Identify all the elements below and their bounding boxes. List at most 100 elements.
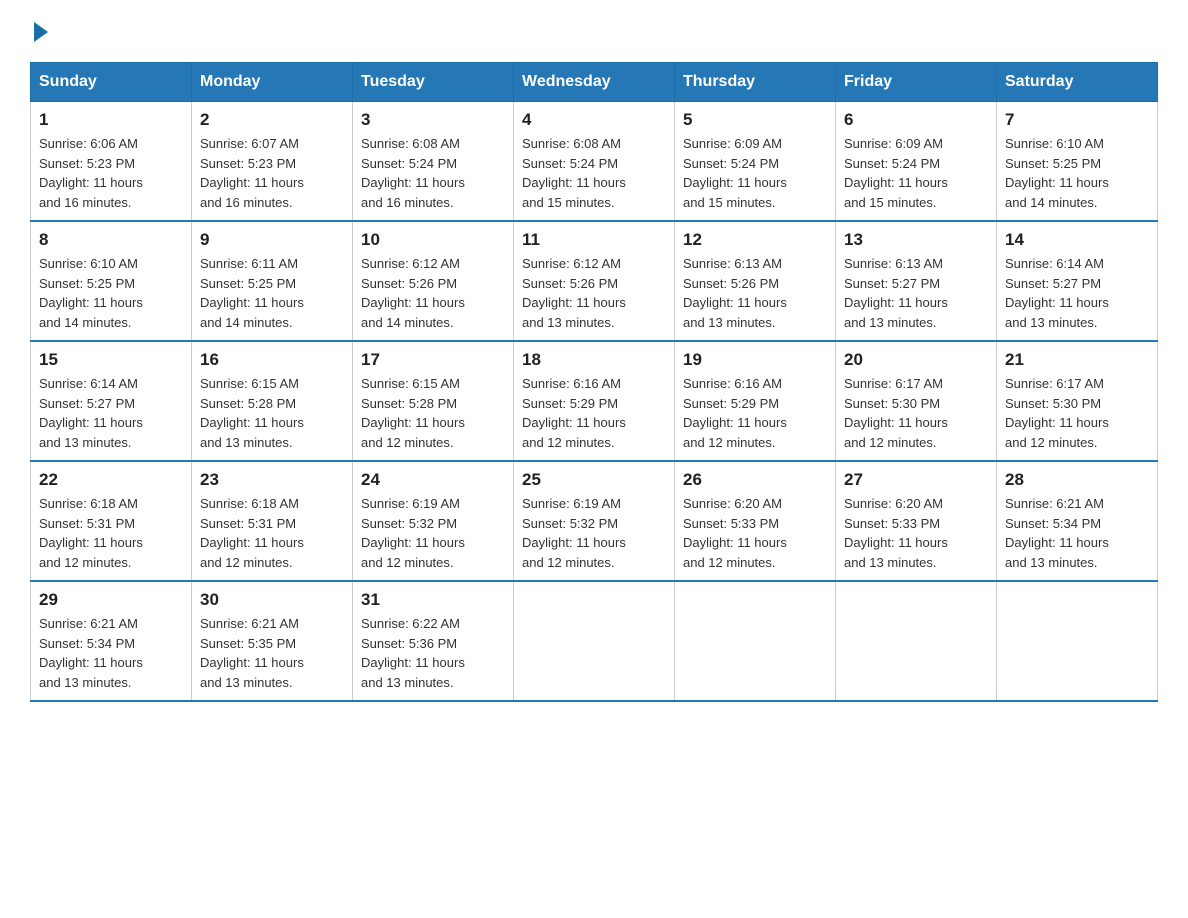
day-number: 24 xyxy=(361,470,505,490)
calendar-table: SundayMondayTuesdayWednesdayThursdayFrid… xyxy=(30,62,1158,702)
day-detail: Sunrise: 6:08 AMSunset: 5:24 PMDaylight:… xyxy=(522,136,626,210)
calendar-cell: 31 Sunrise: 6:22 AMSunset: 5:36 PMDayligh… xyxy=(353,581,514,701)
calendar-cell xyxy=(836,581,997,701)
calendar-cell: 26 Sunrise: 6:20 AMSunset: 5:33 PMDayligh… xyxy=(675,461,836,581)
day-number: 21 xyxy=(1005,350,1149,370)
day-number: 16 xyxy=(200,350,344,370)
day-number: 1 xyxy=(39,110,183,130)
day-detail: Sunrise: 6:09 AMSunset: 5:24 PMDaylight:… xyxy=(683,136,787,210)
calendar-cell: 6 Sunrise: 6:09 AMSunset: 5:24 PMDaylight… xyxy=(836,102,997,222)
calendar-cell: 20Sunrise: 6:17 AMSunset: 5:30 PMDayligh… xyxy=(836,341,997,461)
day-number: 4 xyxy=(522,110,666,130)
calendar-cell xyxy=(997,581,1158,701)
day-number: 27 xyxy=(844,470,988,490)
day-detail: Sunrise: 6:12 AMSunset: 5:26 PMDaylight:… xyxy=(522,256,626,330)
day-detail: Sunrise: 6:19 AMSunset: 5:32 PMDaylight:… xyxy=(361,496,465,570)
day-number: 8 xyxy=(39,230,183,250)
day-detail: Sunrise: 6:10 AMSunset: 5:25 PMDaylight:… xyxy=(1005,136,1109,210)
calendar-cell: 5Sunrise: 6:09 AMSunset: 5:24 PMDaylight… xyxy=(675,102,836,222)
day-detail: Sunrise: 6:10 AMSunset: 5:25 PMDaylight:… xyxy=(39,256,143,330)
days-of-week-row: SundayMondayTuesdayWednesdayThursdayFrid… xyxy=(31,63,1158,102)
calendar-cell: 1 Sunrise: 6:06 AMSunset: 5:23 PMDaylight… xyxy=(31,102,192,222)
calendar-cell: 22 Sunrise: 6:18 AMSunset: 5:31 PMDayligh… xyxy=(31,461,192,581)
day-detail: Sunrise: 6:13 AMSunset: 5:26 PMDaylight:… xyxy=(683,256,787,330)
calendar-cell: 30 Sunrise: 6:21 AMSunset: 5:35 PMDayligh… xyxy=(192,581,353,701)
calendar-cell xyxy=(675,581,836,701)
day-detail: Sunrise: 6:14 AMSunset: 5:27 PMDaylight:… xyxy=(39,376,143,450)
day-number: 10 xyxy=(361,230,505,250)
day-number: 11 xyxy=(522,230,666,250)
day-number: 3 xyxy=(361,110,505,130)
calendar-cell: 27 Sunrise: 6:20 AMSunset: 5:33 PMDayligh… xyxy=(836,461,997,581)
day-number: 9 xyxy=(200,230,344,250)
day-number: 18 xyxy=(522,350,666,370)
day-of-week-sunday: Sunday xyxy=(31,63,192,102)
day-number: 22 xyxy=(39,470,183,490)
day-detail: Sunrise: 6:20 AMSunset: 5:33 PMDaylight:… xyxy=(683,496,787,570)
day-detail: Sunrise: 6:19 AMSunset: 5:32 PMDaylight:… xyxy=(522,496,626,570)
calendar-week-row: 1 Sunrise: 6:06 AMSunset: 5:23 PMDaylight… xyxy=(31,102,1158,222)
day-of-week-friday: Friday xyxy=(836,63,997,102)
calendar-cell xyxy=(514,581,675,701)
day-number: 28 xyxy=(1005,470,1149,490)
day-detail: Sunrise: 6:08 AMSunset: 5:24 PMDaylight:… xyxy=(361,136,465,210)
calendar-cell: 3 Sunrise: 6:08 AMSunset: 5:24 PMDaylight… xyxy=(353,102,514,222)
calendar-cell: 28 Sunrise: 6:21 AMSunset: 5:34 PMDayligh… xyxy=(997,461,1158,581)
calendar-cell: 15 Sunrise: 6:14 AMSunset: 5:27 PMDayligh… xyxy=(31,341,192,461)
calendar-body: 1 Sunrise: 6:06 AMSunset: 5:23 PMDaylight… xyxy=(31,102,1158,702)
calendar-header: SundayMondayTuesdayWednesdayThursdayFrid… xyxy=(31,63,1158,102)
day-detail: Sunrise: 6:16 AMSunset: 5:29 PMDaylight:… xyxy=(522,376,626,450)
day-detail: Sunrise: 6:22 AMSunset: 5:36 PMDaylight:… xyxy=(361,616,465,690)
day-detail: Sunrise: 6:18 AMSunset: 5:31 PMDaylight:… xyxy=(39,496,143,570)
day-of-week-monday: Monday xyxy=(192,63,353,102)
calendar-cell: 29 Sunrise: 6:21 AMSunset: 5:34 PMDayligh… xyxy=(31,581,192,701)
calendar-cell: 10 Sunrise: 6:12 AMSunset: 5:26 PMDayligh… xyxy=(353,221,514,341)
day-number: 6 xyxy=(844,110,988,130)
day-of-week-thursday: Thursday xyxy=(675,63,836,102)
calendar-cell: 23 Sunrise: 6:18 AMSunset: 5:31 PMDayligh… xyxy=(192,461,353,581)
day-number: 14 xyxy=(1005,230,1149,250)
day-detail: Sunrise: 6:09 AMSunset: 5:24 PMDaylight:… xyxy=(844,136,948,210)
day-detail: Sunrise: 6:16 AMSunset: 5:29 PMDaylight:… xyxy=(683,376,787,450)
day-number: 25 xyxy=(522,470,666,490)
day-number: 26 xyxy=(683,470,827,490)
calendar-cell: 16 Sunrise: 6:15 AMSunset: 5:28 PMDayligh… xyxy=(192,341,353,461)
day-detail: Sunrise: 6:21 AMSunset: 5:35 PMDaylight:… xyxy=(200,616,304,690)
day-detail: Sunrise: 6:14 AMSunset: 5:27 PMDaylight:… xyxy=(1005,256,1109,330)
day-detail: Sunrise: 6:11 AMSunset: 5:25 PMDaylight:… xyxy=(200,256,304,330)
day-number: 29 xyxy=(39,590,183,610)
day-number: 12 xyxy=(683,230,827,250)
calendar-cell: 14 Sunrise: 6:14 AMSunset: 5:27 PMDayligh… xyxy=(997,221,1158,341)
logo-arrow-icon xyxy=(34,22,48,42)
day-detail: Sunrise: 6:13 AMSunset: 5:27 PMDaylight:… xyxy=(844,256,948,330)
calendar-cell: 24 Sunrise: 6:19 AMSunset: 5:32 PMDayligh… xyxy=(353,461,514,581)
day-detail: Sunrise: 6:21 AMSunset: 5:34 PMDaylight:… xyxy=(39,616,143,690)
day-detail: Sunrise: 6:12 AMSunset: 5:26 PMDaylight:… xyxy=(361,256,465,330)
day-detail: Sunrise: 6:15 AMSunset: 5:28 PMDaylight:… xyxy=(200,376,304,450)
day-detail: Sunrise: 6:06 AMSunset: 5:23 PMDaylight:… xyxy=(39,136,143,210)
day-detail: Sunrise: 6:20 AMSunset: 5:33 PMDaylight:… xyxy=(844,496,948,570)
calendar-cell: 4 Sunrise: 6:08 AMSunset: 5:24 PMDaylight… xyxy=(514,102,675,222)
calendar-cell: 9 Sunrise: 6:11 AMSunset: 5:25 PMDaylight… xyxy=(192,221,353,341)
calendar-week-row: 15 Sunrise: 6:14 AMSunset: 5:27 PMDayligh… xyxy=(31,341,1158,461)
day-detail: Sunrise: 6:15 AMSunset: 5:28 PMDaylight:… xyxy=(361,376,465,450)
calendar-cell: 18 Sunrise: 6:16 AMSunset: 5:29 PMDayligh… xyxy=(514,341,675,461)
day-number: 15 xyxy=(39,350,183,370)
day-number: 23 xyxy=(200,470,344,490)
day-number: 31 xyxy=(361,590,505,610)
day-number: 13 xyxy=(844,230,988,250)
day-number: 2 xyxy=(200,110,344,130)
calendar-week-row: 22 Sunrise: 6:18 AMSunset: 5:31 PMDayligh… xyxy=(31,461,1158,581)
calendar-cell: 13 Sunrise: 6:13 AMSunset: 5:27 PMDayligh… xyxy=(836,221,997,341)
day-number: 30 xyxy=(200,590,344,610)
day-detail: Sunrise: 6:18 AMSunset: 5:31 PMDaylight:… xyxy=(200,496,304,570)
day-of-week-tuesday: Tuesday xyxy=(353,63,514,102)
calendar-cell: 11 Sunrise: 6:12 AMSunset: 5:26 PMDayligh… xyxy=(514,221,675,341)
day-number: 19 xyxy=(683,350,827,370)
calendar-week-row: 29 Sunrise: 6:21 AMSunset: 5:34 PMDayligh… xyxy=(31,581,1158,701)
day-detail: Sunrise: 6:21 AMSunset: 5:34 PMDaylight:… xyxy=(1005,496,1109,570)
day-number: 7 xyxy=(1005,110,1149,130)
day-number: 20 xyxy=(844,350,988,370)
calendar-cell: 2Sunrise: 6:07 AMSunset: 5:23 PMDaylight… xyxy=(192,102,353,222)
calendar-cell: 25 Sunrise: 6:19 AMSunset: 5:32 PMDayligh… xyxy=(514,461,675,581)
